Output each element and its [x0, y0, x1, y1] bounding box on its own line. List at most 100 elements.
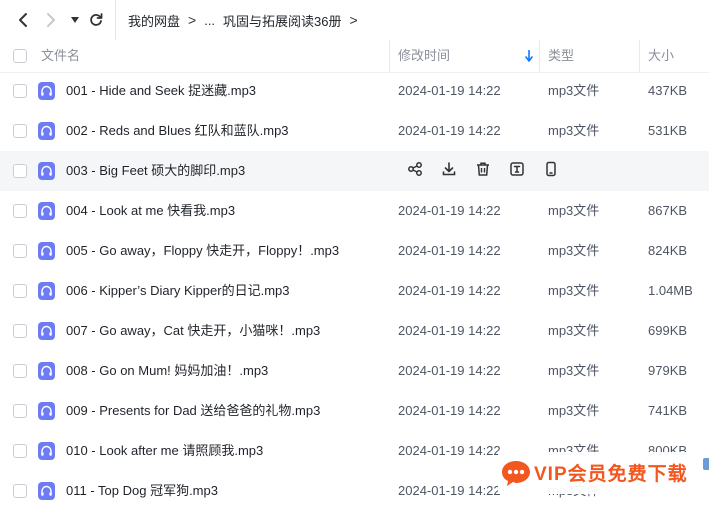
audio-file-icon — [38, 362, 55, 380]
file-row[interactable]: 004 - Look at me 快看我.mp3 2024-01-19 14:22… — [0, 191, 709, 231]
file-row[interactable]: 005 - Go away，Floppy 快走开，Floppy！.mp3 2024… — [0, 231, 709, 271]
file-name[interactable]: 003 - Big Feet 硕大的脚印.mp3 — [66, 151, 245, 191]
phone-button[interactable] — [534, 151, 568, 191]
file-size: 979KB — [648, 363, 688, 378]
download-button[interactable] — [432, 151, 466, 191]
vip-download-banner[interactable]: VIP会员免费下载 — [498, 452, 703, 494]
audio-file-icon — [38, 122, 55, 140]
file-type: mp3文件 — [548, 123, 600, 138]
phone-icon — [543, 161, 559, 182]
file-name[interactable]: 011 - Top Dog 冠军狗.mp3 — [66, 471, 218, 511]
file-row[interactable]: 009 - Presents for Dad 送给爸爸的礼物.mp3 2024-0… — [0, 391, 709, 431]
row-checkbox[interactable] — [13, 284, 27, 298]
row-checkbox[interactable] — [13, 84, 27, 98]
file-modified: 2024-01-19 14:22 — [398, 323, 501, 338]
column-divider[interactable] — [389, 40, 390, 72]
breadcrumb: 我的网盘 > ... 巩固与拓展阅读36册 > — [115, 0, 366, 40]
audio-file-icon — [38, 322, 55, 340]
back-button[interactable] — [14, 8, 32, 32]
side-tab-handle[interactable] — [703, 458, 709, 470]
column-header-size[interactable]: 大小 — [648, 40, 674, 72]
file-name[interactable]: 010 - Look after me 请照顾我.mp3 — [66, 431, 263, 471]
download-icon — [441, 161, 457, 182]
file-row[interactable]: 006 - Kipper’s Diary Kipper的日记.mp3 2024-0… — [0, 271, 709, 311]
row-checkbox[interactable] — [13, 164, 27, 178]
file-type: mp3文件 — [548, 283, 600, 298]
column-header-name[interactable]: 文件名 — [41, 40, 80, 72]
audio-file-icon — [38, 162, 55, 180]
forward-button[interactable] — [42, 8, 60, 32]
audio-file-icon — [38, 482, 55, 500]
file-modified: 2024-01-19 14:22 — [398, 283, 501, 298]
column-header-modified[interactable]: 修改时间 — [398, 40, 450, 72]
row-checkbox[interactable] — [13, 444, 27, 458]
breadcrumb-expand-icon[interactable]: > — [350, 12, 358, 28]
row-checkbox[interactable] — [13, 484, 27, 498]
row-checkbox[interactable] — [13, 364, 27, 378]
audio-file-icon — [38, 242, 55, 260]
share-icon — [407, 161, 423, 182]
file-name[interactable]: 007 - Go away，Cat 快走开，小猫咪！.mp3 — [66, 311, 320, 351]
chevron-right-icon — [47, 13, 55, 27]
breadcrumb-root[interactable]: 我的网盘 — [128, 11, 180, 30]
file-size: 699KB — [648, 323, 688, 338]
file-modified: 2024-01-19 14:22 — [398, 123, 501, 138]
row-checkbox[interactable] — [13, 404, 27, 418]
rename-button[interactable] — [500, 151, 534, 191]
file-size: 531KB — [648, 123, 688, 138]
audio-file-icon — [38, 202, 55, 220]
column-divider[interactable] — [539, 40, 540, 72]
file-modified: 2024-01-19 14:22 — [398, 243, 501, 258]
file-size: 824KB — [648, 243, 688, 258]
file-name[interactable]: 004 - Look at me 快看我.mp3 — [66, 191, 235, 231]
column-divider[interactable] — [639, 40, 640, 72]
row-checkbox[interactable] — [13, 204, 27, 218]
file-modified: 2024-01-19 14:22 — [398, 203, 501, 218]
file-row[interactable]: 001 - Hide and Seek 捉迷藏.mp3 2024-01-19 14… — [0, 71, 709, 111]
file-type: mp3文件 — [548, 243, 600, 258]
file-modified: 2024-01-19 14:22 — [398, 483, 501, 498]
file-name[interactable]: 002 - Reds and Blues 红队和蓝队.mp3 — [66, 111, 289, 151]
audio-file-icon — [38, 282, 55, 300]
refresh-button[interactable] — [87, 8, 105, 32]
vip-promo-text[interactable]: VIP会员免费下载 — [534, 459, 688, 486]
file-row[interactable]: 008 - Go on Mum! 妈妈加油！.mp3 2024-01-19 14:… — [0, 351, 709, 391]
column-header-type[interactable]: 类型 — [548, 40, 574, 72]
delete-icon — [475, 161, 491, 182]
row-checkbox[interactable] — [13, 324, 27, 338]
row-checkbox[interactable] — [13, 244, 27, 258]
chevron-left-icon — [19, 13, 27, 27]
audio-file-icon — [38, 442, 55, 460]
file-row[interactable]: 002 - Reds and Blues 红队和蓝队.mp3 2024-01-19… — [0, 111, 709, 151]
file-modified: 2024-01-19 14:22 — [398, 363, 501, 378]
audio-file-icon — [38, 402, 55, 420]
file-list-header: 文件名 修改时间 类型 大小 — [0, 40, 709, 73]
file-name[interactable]: 006 - Kipper’s Diary Kipper的日记.mp3 — [66, 271, 290, 311]
row-checkbox[interactable] — [13, 124, 27, 138]
audio-file-icon — [38, 82, 55, 100]
file-name[interactable]: 008 - Go on Mum! 妈妈加油！.mp3 — [66, 351, 268, 391]
file-name[interactable]: 009 - Presents for Dad 送给爸爸的礼物.mp3 — [66, 391, 320, 431]
row-actions — [398, 151, 568, 191]
file-row[interactable]: 007 - Go away，Cat 快走开，小猫咪！.mp3 2024-01-19… — [0, 311, 709, 351]
share-button[interactable] — [398, 151, 432, 191]
file-name[interactable]: 005 - Go away，Floppy 快走开，Floppy！.mp3 — [66, 231, 339, 271]
file-row[interactable]: 003 - Big Feet 硕大的脚印.mp3 — [0, 151, 709, 191]
file-type: mp3文件 — [548, 83, 600, 98]
breadcrumb-current[interactable]: 巩固与拓展阅读36册 — [223, 11, 341, 30]
sort-descending-icon[interactable] — [525, 50, 533, 62]
file-size: 867KB — [648, 203, 688, 218]
delete-button[interactable] — [466, 151, 500, 191]
select-all-checkbox[interactable] — [13, 49, 27, 63]
file-size: 1.04MB — [648, 283, 693, 298]
caret-down-icon — [71, 17, 79, 23]
chat-bubble-icon — [502, 461, 530, 486]
file-modified: 2024-01-19 14:22 — [398, 83, 501, 98]
file-name[interactable]: 001 - Hide and Seek 捉迷藏.mp3 — [66, 71, 256, 111]
history-dropdown-button[interactable] — [69, 8, 81, 32]
file-modified: 2024-01-19 14:22 — [398, 443, 501, 458]
file-type: mp3文件 — [548, 323, 600, 338]
file-type: mp3文件 — [548, 203, 600, 218]
rename-icon — [509, 161, 525, 182]
breadcrumb-ellipsis[interactable]: ... — [204, 13, 215, 28]
